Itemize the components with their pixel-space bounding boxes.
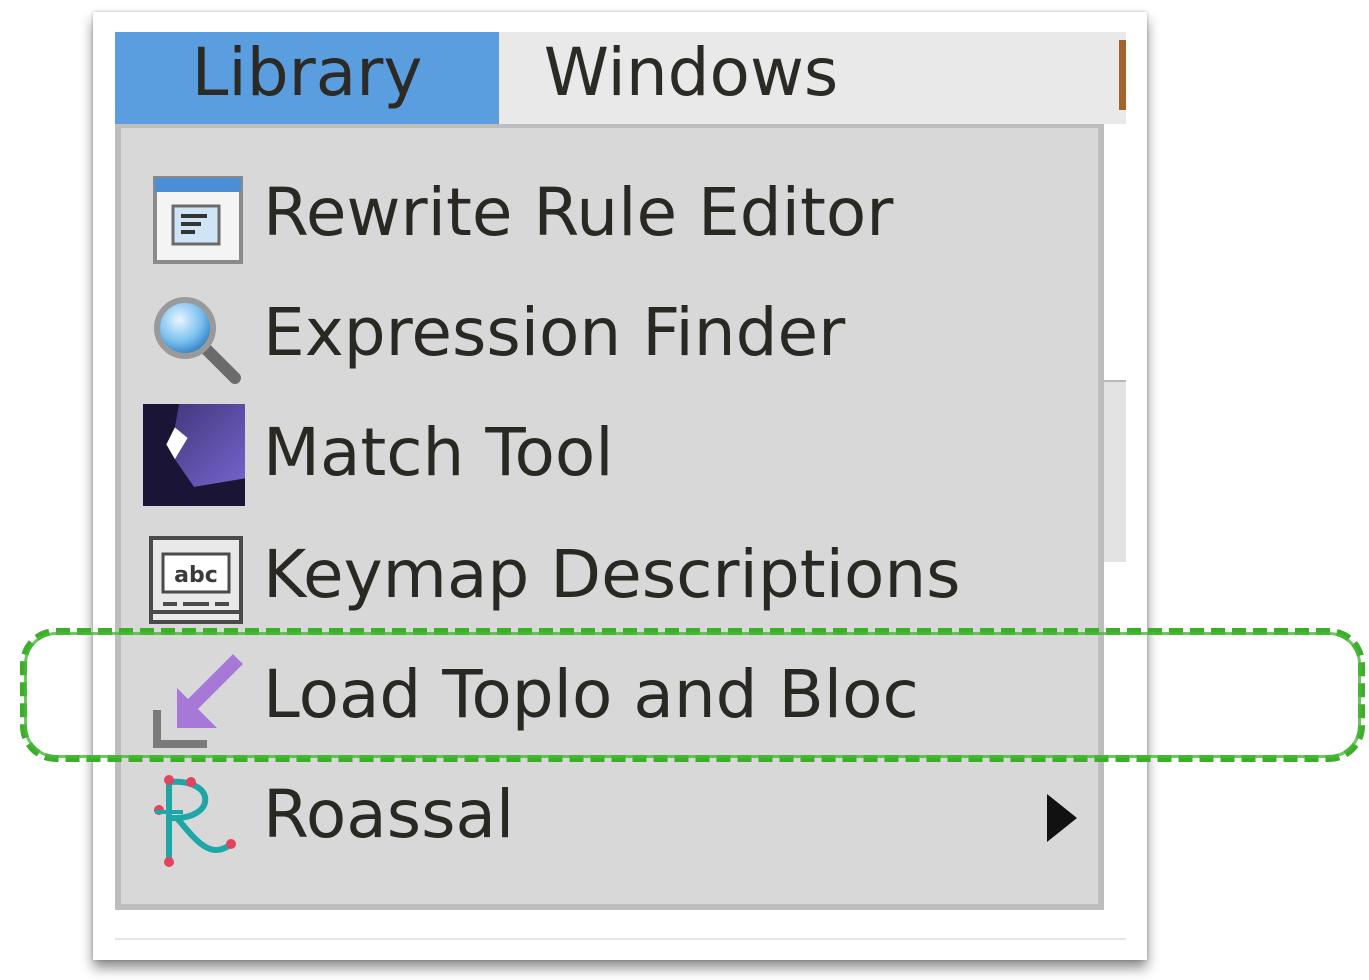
menu-item-match-tool[interactable]: Match Tool: [143, 394, 1083, 512]
keyboard-abc-icon: abc: [149, 536, 243, 624]
match-tool-icon: [143, 404, 245, 506]
window-editor-icon: [153, 176, 243, 264]
background-window-toolbar: [1104, 380, 1126, 562]
menu-item-keymap-descriptions[interactable]: abc Keymap Descriptions: [143, 516, 1083, 634]
menu-item-expression-finder[interactable]: Expression Finder: [143, 274, 1083, 392]
roassal-icon: [154, 775, 236, 867]
library-dropdown-menu: Rewrite Rule Editor Expression Finder Ma…: [115, 124, 1104, 910]
menu-library[interactable]: Library: [115, 32, 499, 124]
divider: [115, 938, 1126, 940]
svg-text:abc: abc: [174, 563, 218, 588]
menu-item-load-toplo-and-bloc[interactable]: Load Toplo and Bloc: [143, 636, 1083, 754]
background-window-pane: [1104, 124, 1126, 380]
menu-item-label: Rewrite Rule Editor: [263, 174, 894, 251]
submenu-arrow-icon: [1047, 794, 1077, 842]
menu-item-roassal[interactable]: Roassal: [143, 756, 1083, 874]
menu-item-rewrite-rule-editor[interactable]: Rewrite Rule Editor: [143, 154, 1083, 272]
menu-next-cut[interactable]: [1119, 40, 1126, 110]
menu-item-label: Roassal: [263, 776, 515, 853]
menu-item-label: Expression Finder: [263, 294, 846, 371]
menu-item-label: Load Toplo and Bloc: [263, 656, 919, 733]
stage: Library Windows Rewrite Rule Editor Expr…: [0, 0, 1369, 980]
menu-item-label: Keymap Descriptions: [263, 536, 961, 613]
magnifier-icon: [154, 297, 241, 384]
menu-windows[interactable]: Windows: [499, 32, 883, 124]
menu-item-label: Match Tool: [263, 414, 614, 491]
menubar: Library Windows: [115, 32, 1126, 124]
load-arrow-icon: [153, 654, 243, 748]
